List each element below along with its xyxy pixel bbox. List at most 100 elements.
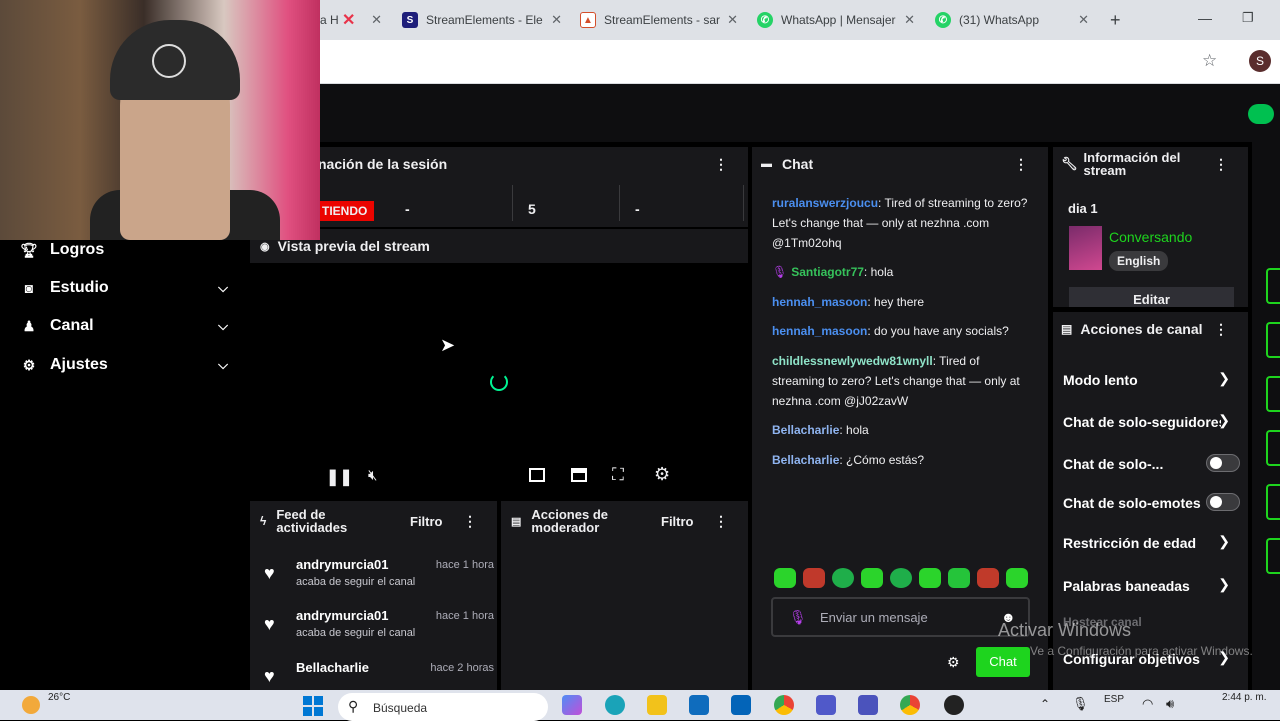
emote-icon[interactable] [861,568,883,588]
feed-user[interactable]: andrymurcia01 [296,557,389,572]
streamelements-icon: S [402,12,418,28]
outlook-icon[interactable] [731,695,751,715]
feed-user[interactable]: andrymurcia01 [296,608,389,623]
edit-stream-button[interactable]: Editar [1069,287,1234,307]
store-icon[interactable] [689,695,709,715]
teams-icon[interactable] [816,695,836,715]
restore-icon[interactable]: ❐ [1242,10,1254,26]
sidebar-item-estudio[interactable]: ◙ Estudio ⌵ [20,273,232,303]
close-icon[interactable]: ✕ [371,12,382,28]
emote-icon[interactable] [919,568,941,588]
chat-send-button[interactable]: Chat [976,647,1030,677]
copilot-icon[interactable] [562,695,582,715]
more-options-icon[interactable]: ⋮ [1214,321,1228,338]
fullscreen-icon[interactable]: ⛶ [612,465,624,485]
action-modo-lento[interactable]: Modo lento [1063,372,1241,388]
streamer-mascot-icon[interactable] [1248,104,1274,124]
browser-tab-1[interactable]: S StreamElements - Ele ✕ [402,6,562,34]
wifi-icon[interactable]: ◠ [1142,696,1153,712]
close-icon[interactable]: ✕ [551,12,562,28]
emote-icon[interactable] [803,568,825,588]
session-stat: - [635,201,640,217]
weather-sun-icon[interactable] [22,696,40,714]
chat-username[interactable]: Bellacharlie [772,453,839,467]
chrome-icon[interactable] [900,695,920,715]
quick-action-button[interactable] [1266,538,1280,574]
minimize-icon[interactable]: — [1198,10,1212,26]
obs-icon[interactable] [944,695,964,715]
solo-subs-toggle[interactable] [1206,454,1240,472]
feed-user[interactable]: Bellacharlie [296,660,369,675]
bookmark-star-icon[interactable]: ☆ [1202,51,1217,71]
volume-icon[interactable]: 🔊︎ [1166,696,1174,712]
quick-action-button[interactable] [1266,268,1280,304]
chevron-right-icon[interactable]: ❯ [1218,576,1230,593]
chat-username[interactable]: ruralanswerzjoucu [772,196,878,210]
profile-avatar[interactable]: S [1249,50,1271,72]
emote-icon[interactable] [948,568,970,588]
gear-icon[interactable]: ⚙ [947,654,960,671]
chrome-icon[interactable] [774,695,794,715]
chevron-right-icon[interactable]: ❯ [1218,370,1230,387]
file-explorer-icon[interactable] [647,695,667,715]
more-options-icon[interactable]: ⋮ [714,156,728,173]
pause-icon[interactable]: ❚❚ [326,467,353,487]
close-icon[interactable]: ✕ [904,12,915,28]
chat-username[interactable]: Santiagotr77 [791,265,864,279]
quick-action-button[interactable] [1266,376,1280,412]
filter-button[interactable]: Filtro [410,514,443,529]
browser-tab-2[interactable]: ▲ StreamElements - sar ✕ [580,6,738,34]
taskbar-search-box[interactable]: ⚲ Búsqueda [338,693,548,721]
theater-mode-icon[interactable] [571,468,587,482]
emote-icon[interactable] [977,568,999,588]
gear-icon[interactable]: ⚙ [654,464,670,485]
stream-category[interactable]: Conversando [1109,229,1192,245]
action-palabras-baneadas[interactable]: Palabras baneadas [1063,578,1241,594]
chat-username[interactable]: childlessnewlywedw81wnyll [772,354,933,368]
picture-in-picture-icon[interactable] [529,468,545,482]
more-options-icon[interactable]: ⋮ [1014,156,1028,173]
browser-tab-4[interactable]: ✆ (31) WhatsApp ✕ [935,6,1089,34]
close-icon[interactable]: ✕ [1078,12,1089,28]
mute-icon[interactable]: 🔇︎ [368,467,377,484]
browser-tab-3[interactable]: ✆ WhatsApp | Mensajer ✕ [757,6,915,34]
teams-icon[interactable] [858,695,878,715]
filter-button[interactable]: Filtro [661,514,694,529]
emote-icon[interactable] [890,568,912,588]
quick-action-button[interactable] [1266,430,1280,466]
edge-icon[interactable] [605,695,625,715]
emote-icon[interactable] [832,568,854,588]
action-solo-seguidores[interactable]: Chat de solo-seguidores [1063,414,1221,430]
chat-message: Bellacharlie: hola [772,420,1034,440]
solo-emotes-toggle[interactable] [1206,493,1240,511]
close-icon[interactable]: ✕ [727,12,738,28]
sidebar-item-ajustes[interactable]: ⚙ Ajustes ⌵ [20,350,232,380]
sidebar-item-canal[interactable]: ♟ Canal ⌵ [20,311,232,341]
more-options-icon[interactable]: ⋮ [1214,156,1228,173]
emote-icon[interactable] [1006,568,1028,588]
taskbar-clock[interactable]: 2:44 p. m. [1222,692,1266,703]
emote-icon[interactable] [774,568,796,588]
more-options-icon[interactable]: ⋮ [714,513,728,530]
more-options-icon[interactable]: ⋮ [463,513,477,530]
chat-username[interactable]: hennah_masoon [772,295,867,309]
windows-start-icon[interactable] [303,696,323,716]
chat-username[interactable]: hennah_masoon [772,324,867,338]
camera-icon: ◙ [24,280,34,296]
chevron-right-icon[interactable]: ❯ [1218,412,1230,429]
stream-title: dia 1 [1068,201,1098,216]
quick-action-button[interactable] [1266,322,1280,358]
chat-username[interactable]: Bellacharlie [772,423,839,437]
microphone-icon[interactable]: 🎙︎ [789,609,807,626]
chevron-up-icon[interactable]: ⌃ [1040,697,1050,711]
keyboard-language[interactable]: ESP [1104,694,1124,705]
microphone-icon[interactable]: 🎙︎ [1072,696,1089,712]
action-restriccion-edad[interactable]: Restricción de edad [1063,535,1241,551]
chevron-right-icon[interactable]: ❯ [1218,533,1230,550]
weather-temp[interactable]: 26°C [48,692,70,703]
new-tab-plus-icon[interactable]: + [1110,10,1121,31]
quick-action-button[interactable] [1266,484,1280,520]
browser-tab-0[interactable]: a H ✕ ✕ [320,6,382,34]
chat-message-input[interactable]: 🎙︎ Enviar un mensaje ☻ [771,597,1030,637]
panel-title: Información del stream [1083,150,1181,178]
